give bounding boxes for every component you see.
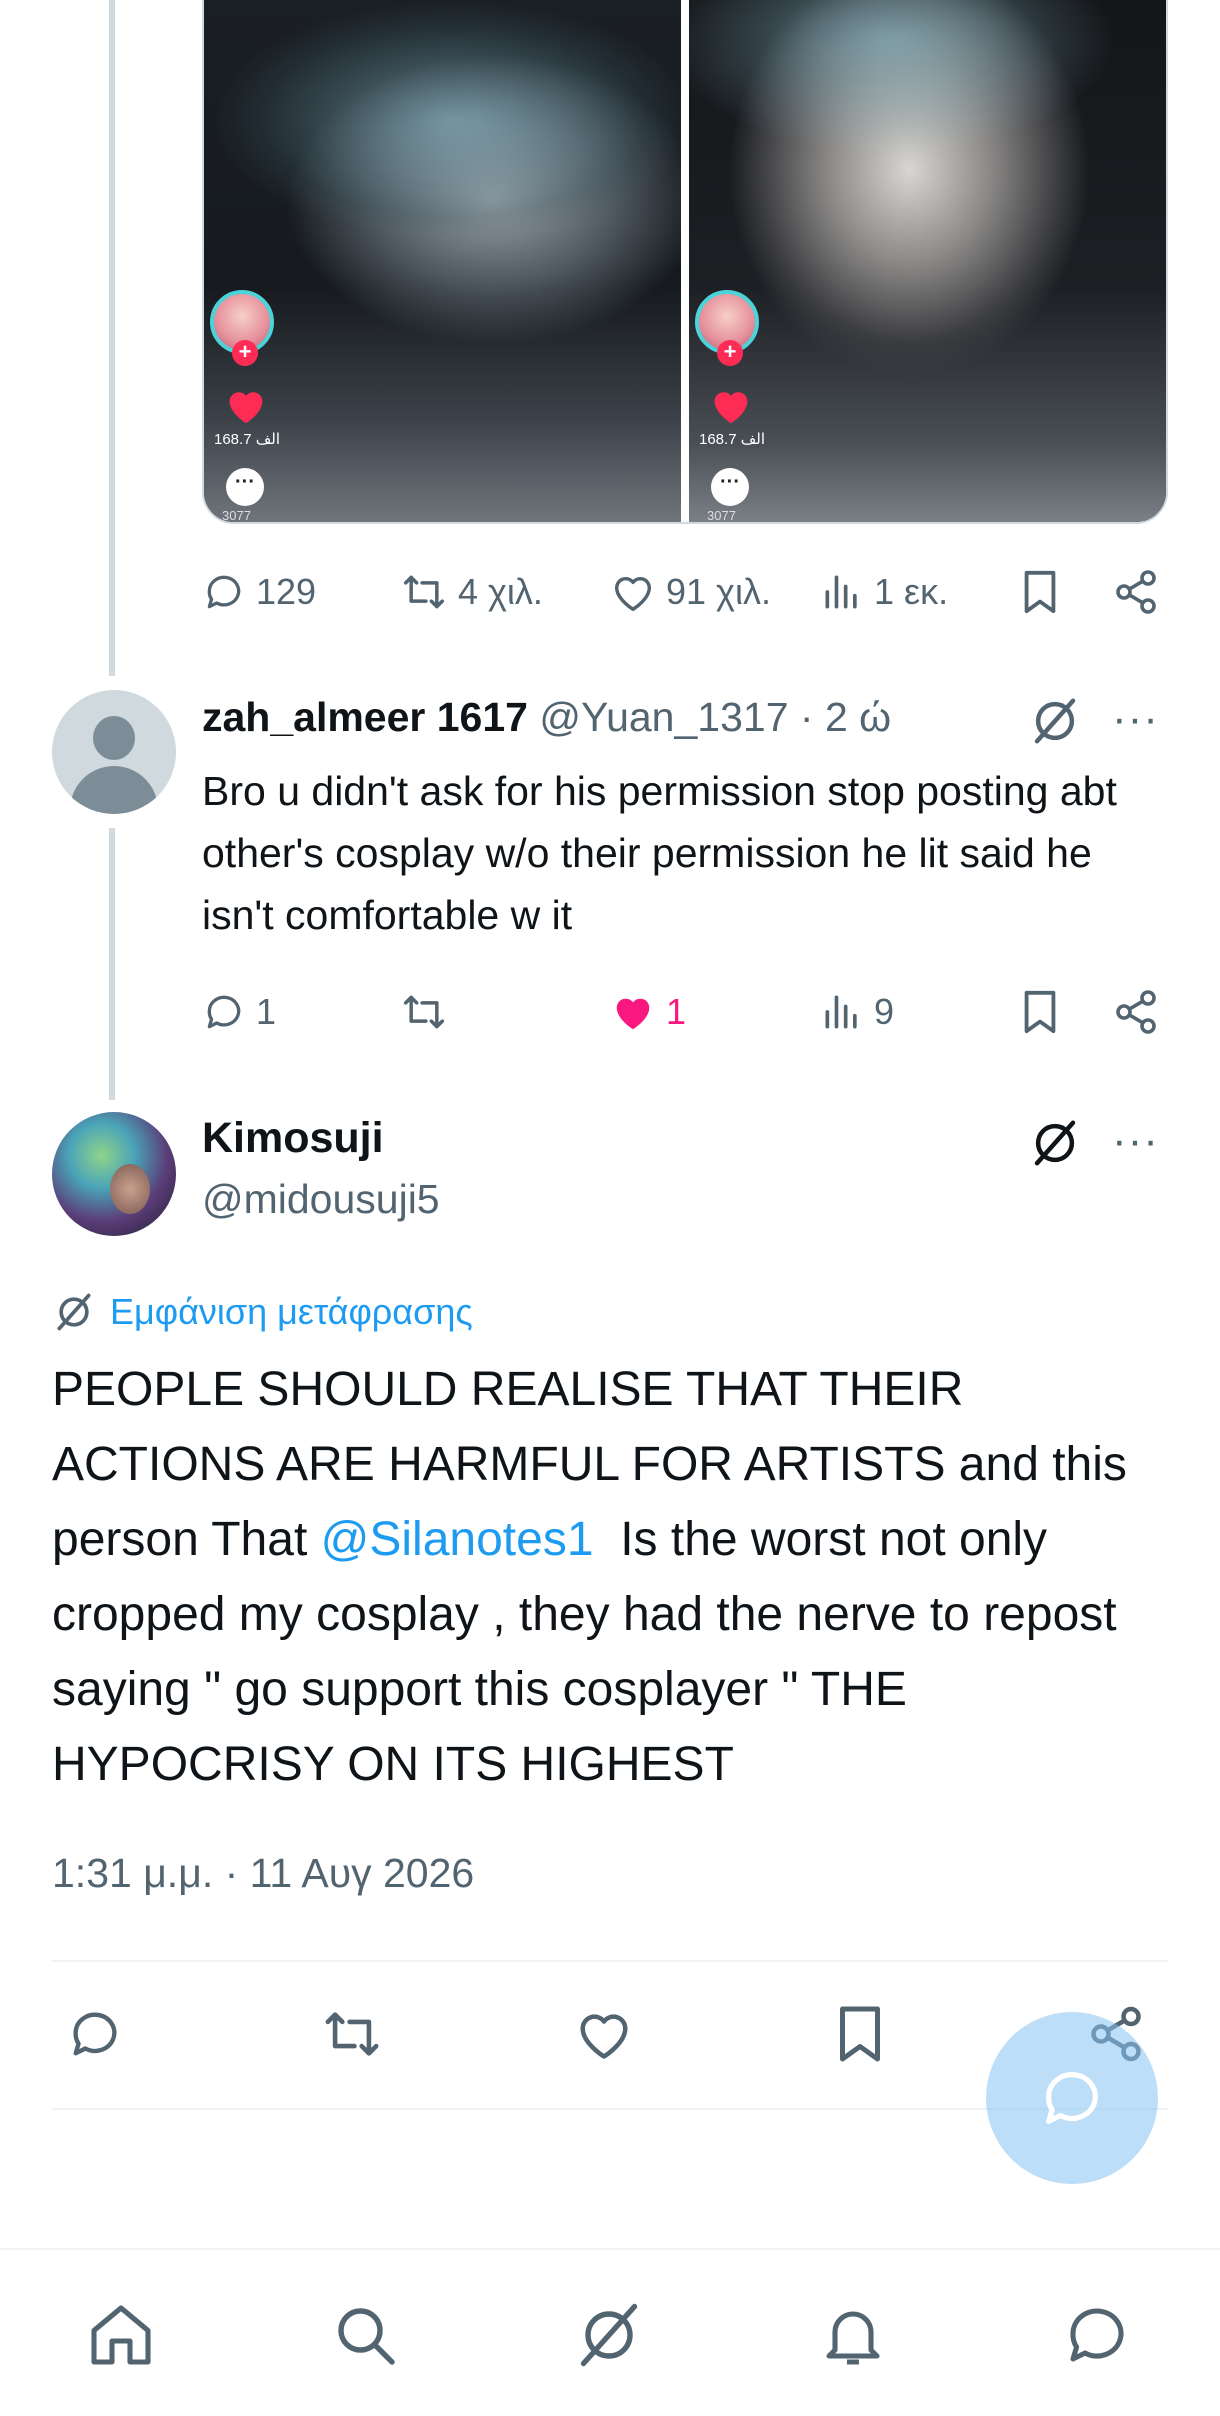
bottom-nav: [0, 2248, 1220, 2416]
reply-icon: [207, 995, 241, 1029]
show-translation-link[interactable]: Εμφάνιση μετάφρασης: [52, 1290, 473, 1334]
views-button[interactable]: 9: [820, 982, 894, 1042]
repost-button[interactable]: [320, 2004, 384, 2064]
nav-search[interactable]: [320, 2290, 410, 2380]
repost-button[interactable]: [400, 982, 448, 1042]
views-icon: [825, 995, 857, 1029]
repost-button[interactable]: 4 χιλ.: [400, 562, 543, 622]
bookmark-button[interactable]: [834, 2004, 886, 2064]
reply-count: 1: [256, 991, 277, 1032]
more-icon[interactable]: ···: [1112, 1119, 1159, 1163]
bookmark-icon: [1024, 570, 1056, 614]
tweet-author-name[interactable]: Kimosuji: [202, 1114, 384, 1163]
mention-link[interactable]: @Silanotes1: [321, 1513, 594, 1566]
follow-plus-icon: +: [232, 340, 258, 366]
reply-icon: [1046, 2072, 1098, 2124]
nav-home[interactable]: [76, 2290, 166, 2380]
repost-icon: [325, 2012, 379, 2056]
frame-comment-count: 3077: [222, 508, 251, 522]
reply-action-bar: 1 1 9: [202, 982, 1168, 1042]
divider: [52, 1960, 1168, 1962]
reply-button[interactable]: [66, 2004, 124, 2064]
share-button[interactable]: [1112, 562, 1160, 622]
avatar[interactable]: [52, 1112, 176, 1236]
frame-like-count: 168.7 الف: [214, 431, 280, 448]
like-button[interactable]: 1: [610, 982, 686, 1042]
translation-label: Εμφάνιση μετάφρασης: [110, 1291, 473, 1332]
views-count: 1 εκ.: [874, 571, 949, 612]
avatar-default-body: [70, 766, 158, 814]
reply-author-name[interactable]: zah_almeer 1617: [202, 694, 528, 740]
reply-count: 129: [256, 571, 317, 612]
notifications-icon: [826, 2311, 880, 2365]
more-icon[interactable]: ···: [1112, 697, 1159, 741]
media-frame-left[interactable]: + 168.7 الف ··· 3077: [204, 0, 681, 522]
reply-button[interactable]: 129: [202, 562, 316, 622]
reply-button[interactable]: 1: [202, 982, 276, 1042]
heart-icon: [714, 392, 748, 424]
grok-icon: [57, 1293, 91, 1331]
reply-icon: [207, 575, 241, 609]
reply-separator: ·: [799, 694, 814, 740]
repost-icon: [403, 575, 445, 609]
messages-icon: [1070, 2308, 1124, 2362]
heart-icon: [614, 577, 652, 611]
reply-time[interactable]: 2 ώ: [825, 694, 891, 740]
thread-line-reply: [109, 828, 115, 1100]
share-button[interactable]: [1112, 982, 1160, 1042]
grok-icon[interactable]: [1028, 1116, 1082, 1170]
thread-line-top: [109, 0, 115, 676]
parent-action-bar: 129 4 χιλ. 91 χιλ. 1 εκ.: [202, 562, 1168, 622]
like-count: 1: [666, 991, 687, 1032]
avatar-face: [110, 1164, 150, 1214]
nav-messages[interactable]: [1052, 2290, 1142, 2380]
heart-icon: [229, 392, 263, 424]
heart-filled-icon: [616, 998, 650, 1030]
compose-reply-button[interactable]: [986, 2012, 1158, 2184]
nav-notifications[interactable]: [808, 2290, 898, 2380]
heart-icon: [580, 2014, 628, 2059]
media-frame-right[interactable]: + 168.7 الف ··· 3077: [681, 0, 1166, 522]
share-icon: [1116, 570, 1156, 614]
frame-like-count: 168.7 الف: [699, 431, 765, 448]
like-button[interactable]: [574, 2004, 634, 2064]
reply-text: Bro u didn't ask for his permission stop…: [202, 768, 1117, 938]
bookmark-button[interactable]: [1020, 982, 1060, 1042]
views-icon: [825, 575, 857, 609]
grok-icon[interactable]: [1028, 694, 1082, 748]
home-icon: [91, 2305, 151, 2365]
share-icon: [1116, 990, 1156, 1034]
follow-plus-icon: +: [717, 340, 743, 366]
comment-bubble-icon: ···: [711, 468, 749, 506]
frame-comment-count: 3077: [707, 508, 736, 522]
views-count: 9: [874, 991, 895, 1032]
reply-author-handle[interactable]: @Yuan_1317: [539, 694, 788, 740]
repost-icon: [403, 995, 445, 1029]
tweet-author-handle[interactable]: @midousuji5: [202, 1176, 440, 1223]
bookmark-icon: [1024, 990, 1056, 1034]
search-icon: [338, 2308, 395, 2365]
tweet-text: PEOPLE SHOULD REALISE THAT THEIR ACTIONS…: [52, 1352, 1182, 1802]
like-count: 91 χιλ.: [666, 571, 771, 612]
avatar[interactable]: [52, 690, 176, 814]
bookmark-button[interactable]: [1020, 562, 1060, 622]
tweet-timestamp[interactable]: 1:31 μ.μ. · 11 Αυγ 2026: [52, 1850, 474, 1897]
tweet-media[interactable]: + 168.7 الف ··· 3077 + 168.7 الف ··· 307…: [202, 0, 1168, 524]
bookmark-icon: [840, 2006, 880, 2062]
comment-bubble-icon: ···: [226, 468, 264, 506]
avatar-default-head: [93, 716, 135, 760]
grok-icon: [580, 2303, 638, 2367]
nav-grok[interactable]: [564, 2290, 654, 2380]
reply-icon: [73, 2012, 117, 2056]
repost-count: 4 χιλ.: [458, 571, 543, 612]
reply-header: zah_almeer 1617 @Yuan_1317 · 2 ώ: [202, 694, 891, 741]
views-button[interactable]: 1 εκ.: [820, 562, 948, 622]
like-button[interactable]: 91 χιλ.: [610, 562, 771, 622]
